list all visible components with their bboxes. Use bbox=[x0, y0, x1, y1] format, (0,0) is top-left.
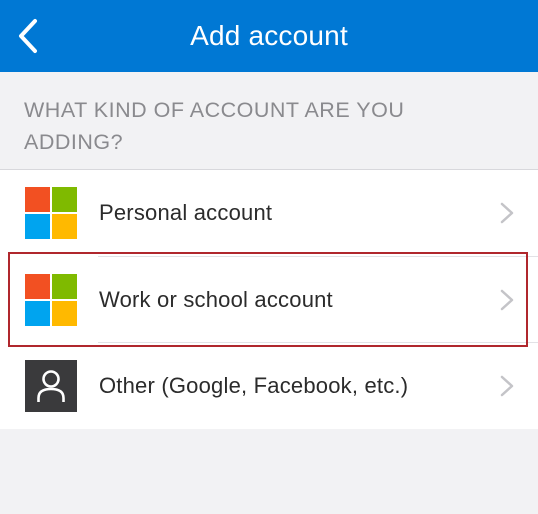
section-heading: WHAT KIND OF ACCOUNT ARE YOU ADDING? bbox=[24, 98, 405, 154]
chevron-right-icon bbox=[500, 375, 514, 397]
app-header: Add account bbox=[0, 0, 538, 72]
personal-account-option[interactable]: Personal account bbox=[0, 170, 538, 256]
page-title: Add account bbox=[190, 20, 348, 51]
chevron-right-icon bbox=[500, 202, 514, 224]
back-button[interactable] bbox=[8, 14, 48, 58]
account-option-label: Personal account bbox=[99, 200, 273, 225]
work-school-account-option[interactable]: Work or school account bbox=[0, 257, 538, 343]
chevron-right-icon bbox=[500, 289, 514, 311]
chevron-left-icon bbox=[19, 19, 37, 53]
account-option-label: Work or school account bbox=[99, 287, 333, 312]
person-icon bbox=[25, 360, 77, 412]
other-account-option[interactable]: Other (Google, Facebook, etc.) bbox=[0, 343, 538, 429]
microsoft-logo-icon bbox=[25, 274, 77, 326]
account-option-label: Other (Google, Facebook, etc.) bbox=[99, 373, 409, 398]
account-type-list: Personal account Work or school account … bbox=[0, 169, 538, 429]
microsoft-logo-icon bbox=[25, 187, 77, 239]
